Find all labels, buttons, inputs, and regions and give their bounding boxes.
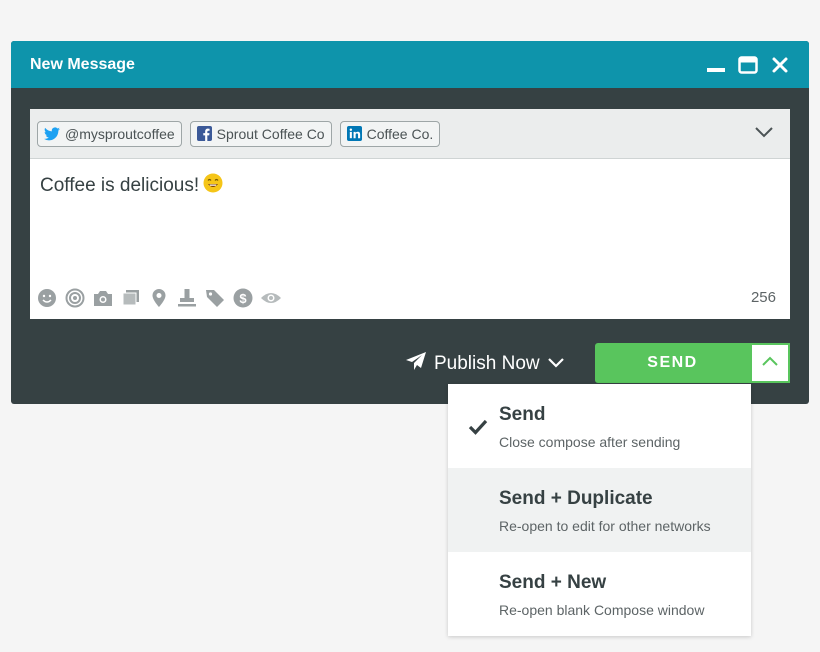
menu-item-description: Re-open to edit for other networks (499, 518, 711, 534)
profile-chip-label: @mysproutcoffee (65, 125, 175, 142)
emoji-icon[interactable] (36, 287, 58, 309)
compose-toolbar: $ (36, 287, 282, 309)
gallery-icon[interactable] (120, 287, 142, 309)
send-options-menu: Send Close compose after sending Send + … (448, 384, 751, 636)
smiling-face-emoji (203, 173, 223, 199)
send-button[interactable]: SEND (595, 343, 750, 383)
profile-chip-label: Sprout Coffee Co (216, 125, 325, 142)
eye-icon[interactable] (260, 287, 282, 309)
location-icon[interactable] (148, 287, 170, 309)
profile-chip-linkedin[interactable]: Coffee Co. (339, 120, 441, 147)
profile-chip-label: Coffee Co. (366, 125, 434, 142)
menu-item-send-new[interactable]: Send + New Re-open blank Compose window (448, 552, 751, 636)
window-controls (705, 54, 791, 76)
compose-window: New Message @mysproutcoffee Sprout Coffe… (11, 41, 809, 404)
compose-area: @mysproutcoffee Sprout Coffee Co Coffee … (30, 109, 790, 319)
twitter-icon (44, 126, 60, 141)
menu-item-title: Send (499, 404, 546, 425)
character-count: 256 (750, 289, 776, 306)
tag-icon[interactable] (204, 287, 226, 309)
facebook-icon (196, 126, 212, 141)
send-options-toggle[interactable] (750, 343, 790, 383)
dollar-icon[interactable]: $ (232, 287, 254, 309)
stamp-icon[interactable] (176, 287, 198, 309)
profile-chip-facebook[interactable]: Sprout Coffee Co (189, 120, 332, 147)
paper-plane-icon (405, 351, 427, 377)
menu-item-description: Close compose after sending (499, 434, 681, 450)
chevron-up-icon (761, 354, 779, 372)
menu-item-title: Send + New (499, 572, 607, 593)
checkmark-icon (468, 419, 488, 440)
publish-now-dropdown[interactable]: Publish Now (405, 351, 565, 377)
chevron-down-icon (547, 353, 565, 375)
maximize-icon[interactable] (737, 54, 759, 76)
profile-selector: @mysproutcoffee Sprout Coffee Co Coffee … (30, 109, 790, 159)
target-icon[interactable] (64, 287, 86, 309)
close-icon[interactable] (769, 54, 791, 76)
camera-icon[interactable] (92, 287, 114, 309)
profile-chip-twitter[interactable]: @mysproutcoffee (37, 120, 182, 147)
svg-text:$: $ (239, 291, 247, 306)
title-bar: New Message (11, 41, 809, 88)
minimize-icon[interactable] (705, 54, 727, 76)
chevron-down-icon[interactable] (754, 125, 774, 143)
window-title: New Message (30, 55, 135, 73)
menu-item-send[interactable]: Send Close compose after sending (448, 384, 751, 468)
menu-item-title: Send + Duplicate (499, 488, 653, 509)
menu-item-description: Re-open blank Compose window (499, 602, 705, 618)
publish-label: Publish Now (434, 353, 540, 374)
message-text: Coffee is delicious! (40, 175, 200, 196)
linkedin-icon (346, 126, 362, 141)
message-body[interactable]: Coffee is delicious! (30, 159, 790, 257)
menu-item-send-duplicate[interactable]: Send + Duplicate Re-open to edit for oth… (448, 468, 751, 552)
